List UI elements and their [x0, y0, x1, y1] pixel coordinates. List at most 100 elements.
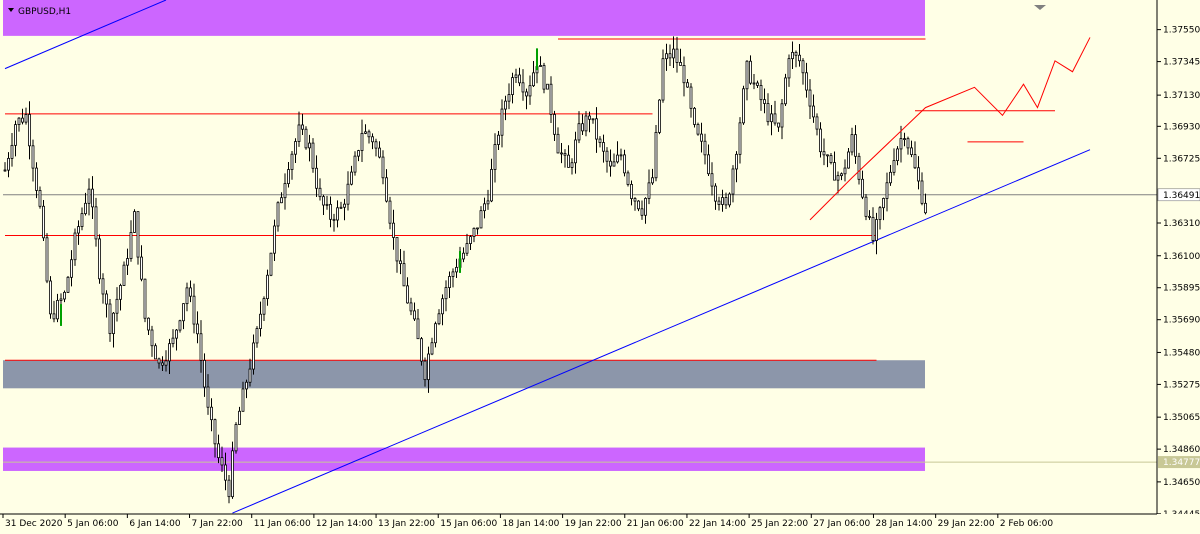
- candle-body: [325, 203, 329, 206]
- bottom-support-zone[interactable]: [3, 447, 925, 471]
- candle-body: [308, 142, 311, 149]
- candle-body: [374, 141, 378, 149]
- candle: [742, 85, 745, 125]
- candle-body: [483, 203, 486, 212]
- candle-body: [556, 133, 560, 154]
- candle-body: [560, 152, 563, 155]
- candle-body: [598, 138, 602, 143]
- time-tick-label: 22 Jan 14:00: [689, 519, 746, 529]
- candle-body: [479, 210, 483, 229]
- top-resistance-zone[interactable]: [3, 0, 925, 36]
- candle-body: [766, 103, 770, 123]
- candle-body: [224, 464, 227, 481]
- candle: [696, 122, 700, 136]
- candle-body: [539, 65, 542, 67]
- candle-body: [49, 280, 52, 315]
- candle-body: [10, 144, 14, 159]
- time-tick-label: 6 Jan 14:00: [129, 519, 181, 529]
- candle-body: [549, 83, 553, 115]
- time-tick-label: 28 Jan 14:00: [875, 519, 932, 529]
- candle-body: [143, 278, 147, 319]
- candle-body: [829, 155, 833, 163]
- price-tick-label: 1.35275: [1163, 380, 1200, 390]
- candle-body: [416, 318, 420, 340]
- candle-body: [773, 113, 777, 124]
- candle-body: [570, 162, 574, 168]
- candle-body: [63, 291, 66, 300]
- candle-body: [840, 173, 843, 177]
- candle-body: [161, 362, 164, 366]
- candle: [154, 343, 157, 360]
- candle: [234, 422, 238, 454]
- candle: [658, 99, 661, 135]
- candle-body: [756, 82, 759, 86]
- candle: [728, 192, 731, 208]
- candle-body: [609, 160, 612, 167]
- candle-body: [311, 142, 315, 169]
- candle-body: [542, 65, 546, 90]
- candle-body: [567, 154, 570, 168]
- candle-body: [357, 150, 360, 157]
- candle-body: [759, 85, 763, 101]
- candle-body: [227, 479, 231, 498]
- candle-body: [21, 117, 24, 123]
- price-tick-label: 1.34860: [1163, 445, 1200, 455]
- candle: [420, 336, 423, 366]
- candle-body: [87, 188, 91, 204]
- candle-body: [882, 198, 885, 209]
- price-tick-label: 1.37345: [1163, 58, 1200, 68]
- candle-body: [679, 62, 682, 66]
- candle-body: [700, 133, 703, 142]
- candle: [311, 138, 315, 173]
- candle-body: [192, 295, 196, 325]
- price-tick-label: 1.36725: [1163, 154, 1200, 164]
- candle-body: [801, 60, 805, 74]
- candle-body: [675, 48, 679, 63]
- candle-body: [220, 457, 224, 466]
- candle-body: [591, 118, 595, 121]
- candle-body: [196, 323, 199, 335]
- candle-body: [136, 211, 140, 258]
- candle-body: [66, 276, 70, 293]
- candle-body: [525, 91, 528, 97]
- candle-body: [154, 345, 157, 360]
- candle-body: [861, 178, 864, 198]
- chart-title: GBPUSD,H1: [18, 7, 71, 17]
- candle-body: [770, 113, 773, 123]
- candle-body: [315, 167, 318, 189]
- candle-body: [518, 74, 521, 84]
- candle-body: [101, 278, 105, 295]
- candle-body: [42, 205, 45, 239]
- time-tick-label: 13 Jan 22:00: [378, 519, 435, 529]
- candle-body: [175, 329, 178, 339]
- candle-body: [94, 206, 98, 240]
- candle-body: [77, 226, 80, 234]
- candle-body: [280, 197, 283, 204]
- candle-body: [654, 131, 658, 179]
- candle-body: [91, 188, 94, 208]
- candle-body: [546, 83, 549, 90]
- candle: [304, 126, 308, 150]
- candle-body: [283, 183, 287, 199]
- candle-body: [129, 232, 133, 259]
- candle-body: [798, 54, 801, 62]
- price-tick-label: 1.35690: [1163, 316, 1200, 326]
- candle-body: [406, 285, 409, 304]
- mid-support-zone[interactable]: [3, 360, 925, 389]
- candle-body: [514, 74, 518, 79]
- candle-body: [182, 303, 185, 322]
- candle-body: [864, 196, 868, 217]
- candle-body: [850, 134, 854, 153]
- candle-body: [815, 116, 819, 130]
- chart-title-box[interactable]: GBPUSD,H1: [8, 7, 71, 17]
- candle-body: [738, 122, 742, 155]
- candle-body: [686, 82, 689, 88]
- time-tick-label: 11 Jan 06:00: [254, 519, 311, 529]
- candle-body: [423, 360, 427, 381]
- candle-body: [31, 145, 35, 169]
- candle-body: [493, 144, 497, 170]
- candle-body: [731, 168, 735, 195]
- time-tick-label: 5 Jan 06:00: [67, 519, 119, 529]
- candle: [143, 278, 147, 323]
- candle-body: [52, 313, 56, 320]
